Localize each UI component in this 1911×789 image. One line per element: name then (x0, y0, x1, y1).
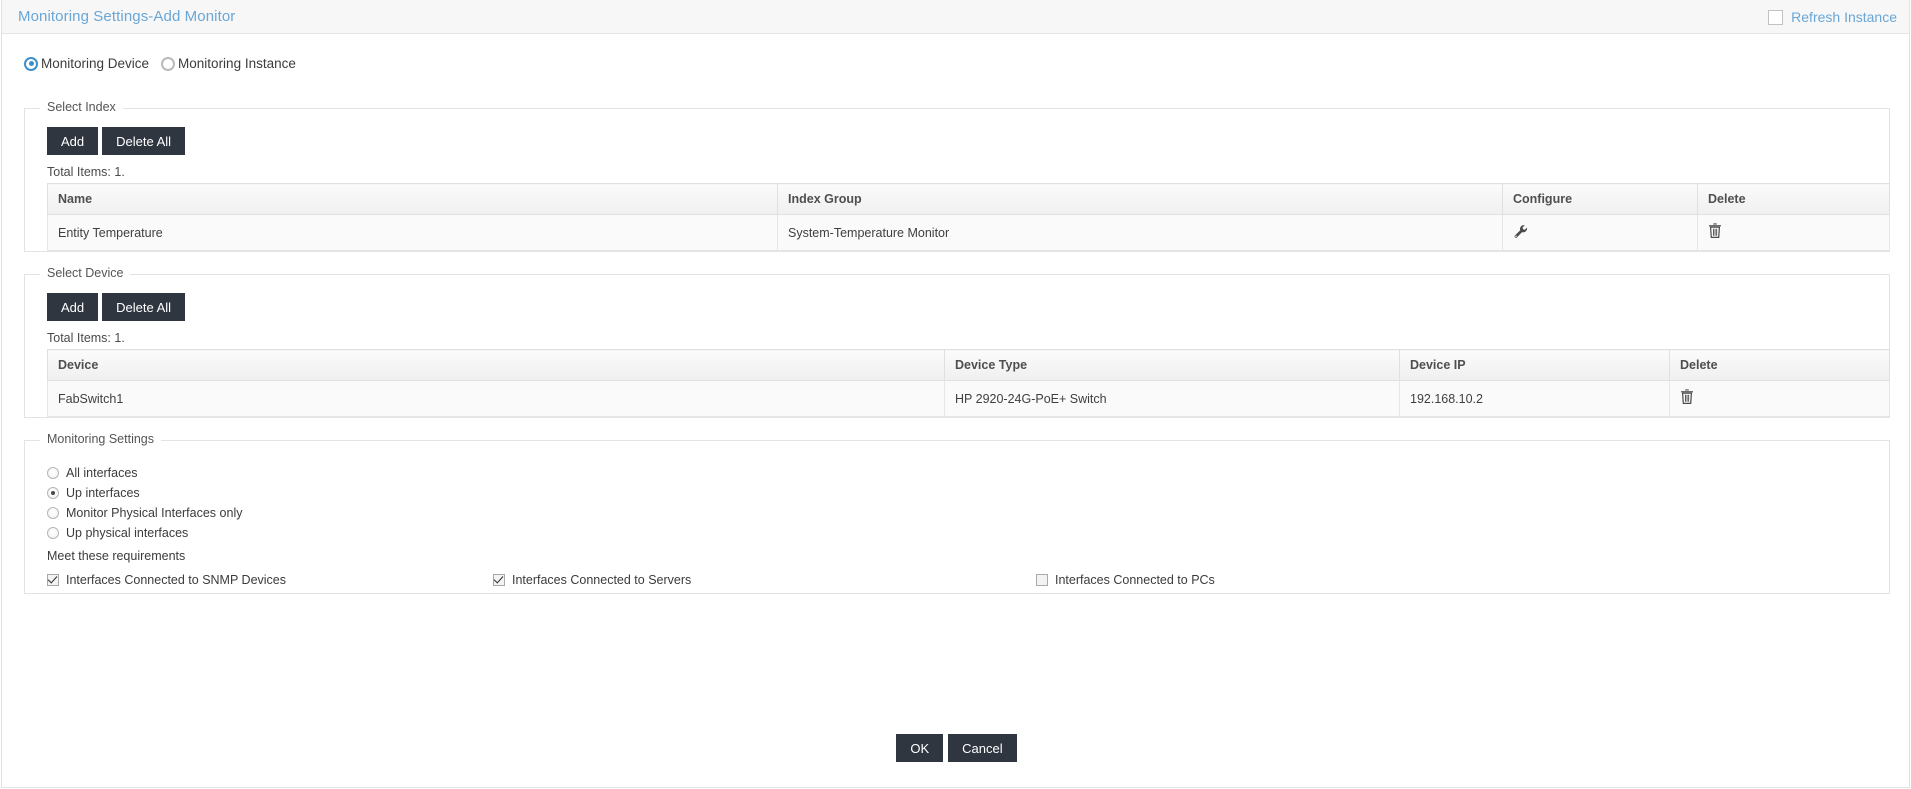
column-header-device: Device (47, 349, 945, 381)
column-header-index-group: Index Group (777, 183, 1503, 215)
snmp-devices-checkbox-indicator[interactable] (47, 574, 59, 586)
select-device-delete-all-button[interactable]: Delete All (102, 293, 186, 321)
page-title: Monitoring Settings-Add Monitor (18, 8, 236, 25)
radio-up-physical-interfaces[interactable]: Up physical interfaces (47, 523, 1879, 542)
monitor-physical-interfaces-only-label: Monitor Physical Interfaces only (66, 505, 243, 520)
select-index-add-button[interactable]: Add (47, 127, 99, 155)
up-interfaces-label: Up interfaces (66, 485, 140, 500)
cell-device-name: FabSwitch1 (47, 380, 945, 417)
trash-icon[interactable] (1680, 389, 1694, 408)
all-interfaces-radio-indicator[interactable] (47, 466, 59, 479)
table-header-row: Device Device Type Device IP Delete (47, 349, 1890, 381)
select-index-table: Name Index Group Configure Delete Entity… (47, 183, 1890, 251)
select-index-toolbar: Add Delete All (47, 127, 1879, 155)
requirements-checkbox-group: Interfaces Connected to SNMP Devices Int… (47, 573, 1879, 587)
column-header-device-ip: Device IP (1399, 349, 1670, 381)
column-header-delete: Delete (1669, 349, 1890, 381)
refresh-instance-label: Refresh Instance (1791, 9, 1897, 25)
cell-delete (1697, 214, 1890, 251)
radio-monitoring-device[interactable]: Monitoring Device (24, 56, 149, 71)
footer-actions: OK Cancel (2, 734, 1911, 762)
cell-delete (1669, 380, 1890, 417)
trash-icon[interactable] (1708, 223, 1722, 242)
column-header-name: Name (47, 183, 778, 215)
column-header-configure: Configure (1502, 183, 1698, 215)
select-index-delete-all-button[interactable]: Delete All (102, 127, 186, 155)
pcs-label: Interfaces Connected to PCs (1055, 573, 1215, 587)
monitoring-device-radio-indicator[interactable] (24, 56, 38, 71)
monitoring-settings-section: Monitoring Settings All interfaces Up in… (24, 432, 1890, 594)
table-header-row: Name Index Group Configure Delete (47, 183, 1890, 215)
select-device-add-button[interactable]: Add (47, 293, 99, 321)
cell-index-group: System-Temperature Monitor (777, 214, 1503, 251)
select-device-section: Select Device Add Delete All Total Items… (24, 266, 1890, 418)
ok-button[interactable]: OK (896, 734, 944, 762)
select-index-section: Select Index Add Delete All Total Items:… (24, 100, 1890, 252)
select-device-legend: Select Device (40, 266, 131, 280)
refresh-instance-control[interactable]: Refresh Instance (1768, 0, 1897, 34)
radio-up-interfaces[interactable]: Up interfaces (47, 483, 1879, 502)
monitoring-instance-radio-indicator[interactable] (161, 56, 176, 71)
cell-device-type: HP 2920-24G-PoE+ Switch (944, 380, 1400, 417)
monitoring-instance-label: Monitoring Instance (178, 56, 296, 71)
monitoring-settings-legend: Monitoring Settings (40, 432, 162, 446)
column-header-device-type: Device Type (944, 349, 1400, 381)
interface-options-radio-group: All interfaces Up interfaces Monitor Phy… (47, 463, 1879, 542)
monitoring-device-label: Monitoring Device (41, 56, 150, 71)
select-device-table: Device Device Type Device IP Delete FabS… (47, 349, 1890, 417)
radio-monitoring-instance[interactable]: Monitoring Instance (161, 56, 296, 71)
table-row: FabSwitch1 HP 2920-24G-PoE+ Switch 192.1… (47, 380, 1890, 417)
wrench-icon[interactable] (1513, 224, 1528, 242)
cell-configure (1502, 214, 1698, 251)
radio-monitor-physical-interfaces-only[interactable]: Monitor Physical Interfaces only (47, 503, 1879, 522)
up-physical-interfaces-radio-indicator[interactable] (47, 526, 59, 539)
column-header-delete: Delete (1697, 183, 1890, 215)
meet-requirements-label: Meet these requirements (47, 549, 186, 563)
up-interfaces-radio-indicator[interactable] (47, 486, 59, 499)
monitor-physical-interfaces-only-radio-indicator[interactable] (47, 506, 59, 519)
monitor-mode-radio-group: Monitoring Device Monitoring Instance (2, 34, 1909, 76)
cancel-button[interactable]: Cancel (948, 734, 1017, 762)
checkbox-interfaces-connected-to-snmp-devices[interactable]: Interfaces Connected to SNMP Devices (47, 573, 493, 587)
cell-index-name: Entity Temperature (47, 214, 778, 251)
snmp-devices-label: Interfaces Connected to SNMP Devices (66, 573, 287, 587)
select-index-total-items: Total Items: 1. (47, 165, 125, 179)
page-frame: Monitoring Settings-Add Monitor Refresh … (1, 0, 1910, 788)
checkbox-interfaces-connected-to-servers[interactable]: Interfaces Connected to Servers (493, 573, 1036, 587)
up-physical-interfaces-label: Up physical interfaces (66, 525, 189, 540)
pcs-checkbox-indicator[interactable] (1036, 574, 1048, 586)
all-interfaces-label: All interfaces (66, 465, 138, 480)
radio-all-interfaces[interactable]: All interfaces (47, 463, 1879, 482)
checkbox-interfaces-connected-to-pcs[interactable]: Interfaces Connected to PCs (1036, 573, 1215, 587)
servers-label: Interfaces Connected to Servers (512, 573, 692, 587)
select-device-total-items: Total Items: 1. (47, 331, 125, 345)
servers-checkbox-indicator[interactable] (493, 574, 505, 586)
cell-device-ip: 192.168.10.2 (1399, 380, 1670, 417)
refresh-instance-checkbox[interactable] (1768, 9, 1784, 25)
select-index-legend: Select Index (40, 100, 123, 114)
table-row: Entity Temperature System-Temperature Mo… (47, 214, 1890, 251)
titlebar: Monitoring Settings-Add Monitor Refresh … (2, 0, 1909, 34)
select-device-toolbar: Add Delete All (47, 293, 1879, 321)
